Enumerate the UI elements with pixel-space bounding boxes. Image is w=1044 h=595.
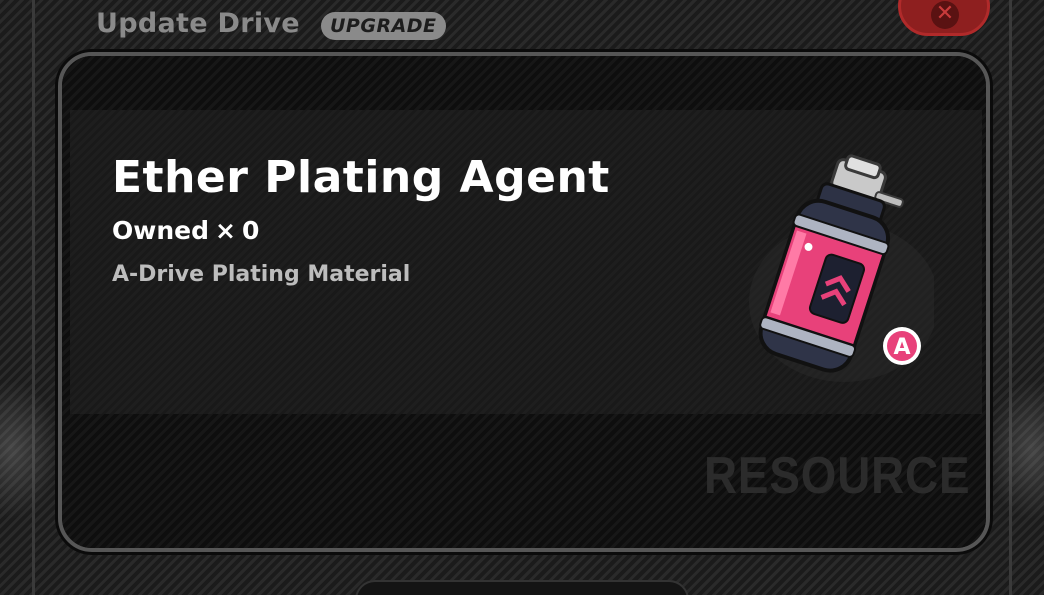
upgrade-badge: UPGRADE [321,12,446,40]
page-title: Update Drive [96,8,300,39]
item-detail-panel: Ether Plating Agent Owned × 0 A-Drive Plat… [58,52,990,552]
rank-badge: A [893,335,910,360]
bottom-tab-decoration [355,580,689,595]
owned-count-row: Owned × 0 [112,216,265,245]
smoke-decoration-right [984,380,1044,520]
smoke-decoration-left [0,380,60,520]
owned-multiplier: × [215,216,236,245]
plating-agent-canister-icon: A [749,154,934,382]
category-watermark: RESOURCE [704,447,971,505]
upgrade-screen: Update Drive UPGRADE ✕ Ether Plating Age… [0,0,1044,595]
item-subtitle: A-Drive Plating Material [112,262,411,287]
close-icon: ✕ [931,1,959,29]
owned-count: 0 [241,216,260,245]
close-button[interactable]: ✕ [898,0,990,36]
owned-label: Owned [112,216,209,245]
item-name: Ether Plating Agent [112,152,610,203]
